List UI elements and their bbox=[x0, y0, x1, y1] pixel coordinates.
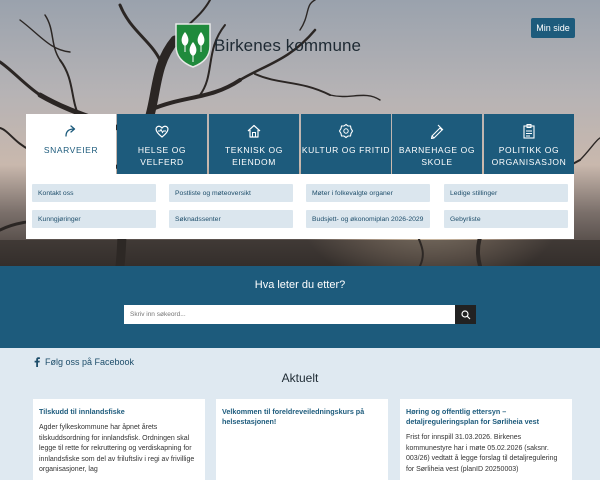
site-title[interactable]: Birkenes kommune bbox=[214, 36, 361, 56]
news-card-title[interactable]: Høring og offentlig ettersyn – detaljreg… bbox=[406, 407, 566, 427]
badge-star-icon bbox=[338, 123, 354, 139]
search-input[interactable] bbox=[124, 305, 455, 324]
quick-link-moter[interactable]: Møter i folkevalgte organer bbox=[306, 184, 430, 202]
news-section-title: Aktuelt bbox=[281, 371, 319, 385]
search-button[interactable] bbox=[455, 305, 476, 324]
snarveier-panel: SNARVEIER HELSE OG VELFERD TEKNISK OG EI… bbox=[26, 114, 574, 239]
facebook-icon bbox=[34, 357, 40, 367]
quick-link-ledige-stillinger[interactable]: Ledige stillinger bbox=[444, 184, 568, 202]
quick-link-budsjett[interactable]: Budsjett- og økonomiplan 2026-2029 bbox=[306, 210, 430, 228]
news-card-title[interactable]: Velkommen til foreldreveiledningskurs på… bbox=[222, 407, 382, 427]
clipboard-icon bbox=[523, 124, 535, 139]
tab-kultur-og-fritid[interactable]: KULTUR OG FRITID bbox=[301, 114, 391, 174]
search-heading: Hva leter du etter? bbox=[254, 279, 346, 291]
tab-label: KULTUR OG FRITID bbox=[301, 145, 391, 155]
category-tabs: SNARVEIER HELSE OG VELFERD TEKNISK OG EI… bbox=[26, 114, 574, 174]
heart-pulse-icon bbox=[155, 125, 169, 138]
search-icon bbox=[460, 309, 470, 319]
facebook-link[interactable]: Følg oss på Facebook bbox=[34, 357, 134, 367]
pencil-ruler-icon bbox=[430, 124, 444, 139]
tab-label: HELSE OG VELFERD bbox=[137, 145, 187, 167]
tab-label: TEKNISK OG EIENDOM bbox=[225, 145, 283, 167]
quick-link-kunngjoringer[interactable]: Kunngjøringer bbox=[32, 210, 156, 228]
tab-helse-og-velferd[interactable]: HELSE OG VELFERD bbox=[117, 114, 207, 174]
tab-politikk-og-organisasjon[interactable]: POLITIKK OG ORGANISASJON bbox=[484, 114, 574, 174]
quick-link-kontakt-oss[interactable]: Kontakt oss bbox=[32, 184, 156, 202]
search-section: Hva leter du etter? bbox=[0, 266, 600, 348]
news-card[interactable]: Tilskudd til innlandsfiske Agder fylkesk… bbox=[33, 399, 205, 480]
news-card-title[interactable]: Tilskudd til innlandsfiske bbox=[39, 407, 199, 417]
tab-label: SNARVEIER bbox=[43, 145, 99, 155]
quick-links: Kontakt oss Postliste og møteoversikt Mø… bbox=[26, 174, 574, 239]
birkenes-coat-of-arms-logo[interactable] bbox=[174, 22, 212, 68]
news-card[interactable]: Høring og offentlig ettersyn – detaljreg… bbox=[400, 399, 572, 480]
tab-snarveier[interactable]: SNARVEIER bbox=[26, 114, 116, 174]
house-icon bbox=[247, 124, 261, 138]
quick-link-gebyrliste[interactable]: Gebyrliste bbox=[444, 210, 568, 228]
quick-link-postliste[interactable]: Postliste og møteoversikt bbox=[169, 184, 293, 202]
min-side-button[interactable]: Min side bbox=[531, 18, 575, 38]
facebook-label: Følg oss på Facebook bbox=[45, 357, 135, 367]
quick-link-soknadssenter[interactable]: Søknadssenter bbox=[169, 210, 293, 228]
tab-label: POLITIKK OG ORGANISASJON bbox=[491, 145, 567, 167]
news-card-text: Frist for innspill 31.03.2026. Birkenes … bbox=[406, 434, 558, 473]
tab-label: BARNEHAGE OG SKOLE bbox=[398, 145, 476, 167]
news-card[interactable]: Velkommen til foreldreveiledningskurs på… bbox=[216, 399, 388, 480]
share-arrow-icon bbox=[65, 125, 76, 137]
news-card-text: Agder fylkeskommune har åpnet årets tils… bbox=[39, 424, 195, 473]
tab-teknisk-og-eiendom[interactable]: TEKNISK OG EIENDOM bbox=[209, 114, 299, 174]
tab-barnehage-og-skole[interactable]: BARNEHAGE OG SKOLE bbox=[392, 114, 482, 174]
